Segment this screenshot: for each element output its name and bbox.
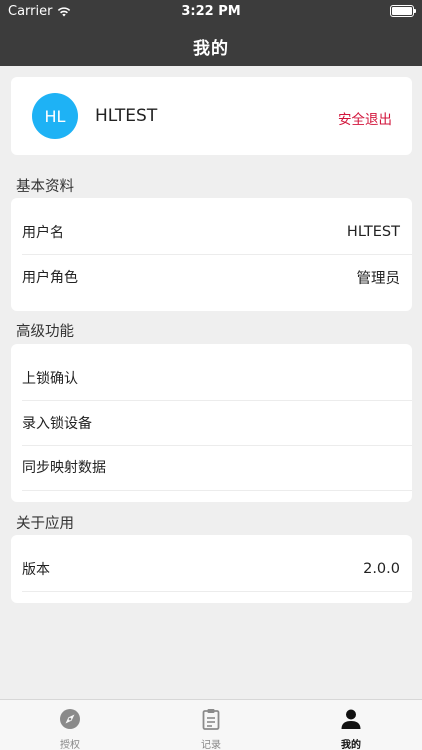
tab-mine[interactable]: 我的 [311, 700, 391, 750]
tab-authorize[interactable]: 授权 [30, 700, 110, 750]
clipboard-icon [202, 709, 220, 730]
username-row-label: 用户名 [22, 225, 64, 241]
top-bar: Carrier 3:22 PM 我的 [0, 0, 422, 66]
avatar: HL [32, 93, 78, 139]
person-icon [341, 709, 361, 729]
section-title-advanced: 高级功能 [16, 324, 74, 340]
section-title-basic: 基本资料 [16, 179, 74, 195]
status-time: 3:22 PM [181, 4, 241, 19]
divider [22, 591, 412, 592]
menu-item-register-lock[interactable]: 录入锁设备 [11, 400, 412, 446]
basic-info-card: 用户名 HLTEST 用户角色 管理员 [11, 198, 412, 311]
tab-bar: 授权 记录 我的 [0, 699, 422, 750]
page-title: 我的 [193, 39, 229, 59]
avatar-initials: HL [44, 106, 66, 126]
role-row-label: 用户角色 [22, 270, 78, 286]
tab-label: 我的 [341, 740, 361, 750]
status-bar: Carrier 3:22 PM [0, 0, 422, 22]
logout-button[interactable]: 安全退出 [338, 108, 392, 128]
version-row-label: 版本 [22, 562, 50, 578]
version-row-value: 2.0.0 [363, 561, 400, 577]
menu-item-label: 同步映射数据 [22, 460, 106, 476]
divider [22, 490, 412, 491]
menu-item-lock-confirm[interactable]: 上锁确认 [11, 355, 412, 401]
battery-icon [390, 5, 416, 17]
profile-username: HLTEST [95, 106, 158, 126]
role-row-value: 管理员 [356, 270, 401, 287]
username-row: 用户名 HLTEST [11, 209, 412, 255]
about-card: 版本 2.0.0 [11, 535, 412, 603]
menu-item-label: 上锁确认 [22, 371, 78, 387]
advanced-card: 上锁确认 录入锁设备 同步映射数据 [11, 344, 412, 502]
version-row: 版本 2.0.0 [11, 546, 412, 592]
section-title-about: 关于应用 [16, 516, 74, 532]
role-row: 用户角色 管理员 [11, 254, 412, 300]
menu-item-label: 录入锁设备 [22, 416, 92, 432]
tab-label: 记录 [201, 740, 221, 750]
menu-item-sync-mapping[interactable]: 同步映射数据 [11, 444, 412, 490]
tab-label: 授权 [60, 740, 80, 750]
profile-card: HL HLTEST 安全退出 [11, 77, 412, 155]
compass-icon [60, 709, 80, 729]
tab-records[interactable]: 记录 [171, 700, 251, 750]
username-row-value: HLTEST [346, 224, 400, 240]
